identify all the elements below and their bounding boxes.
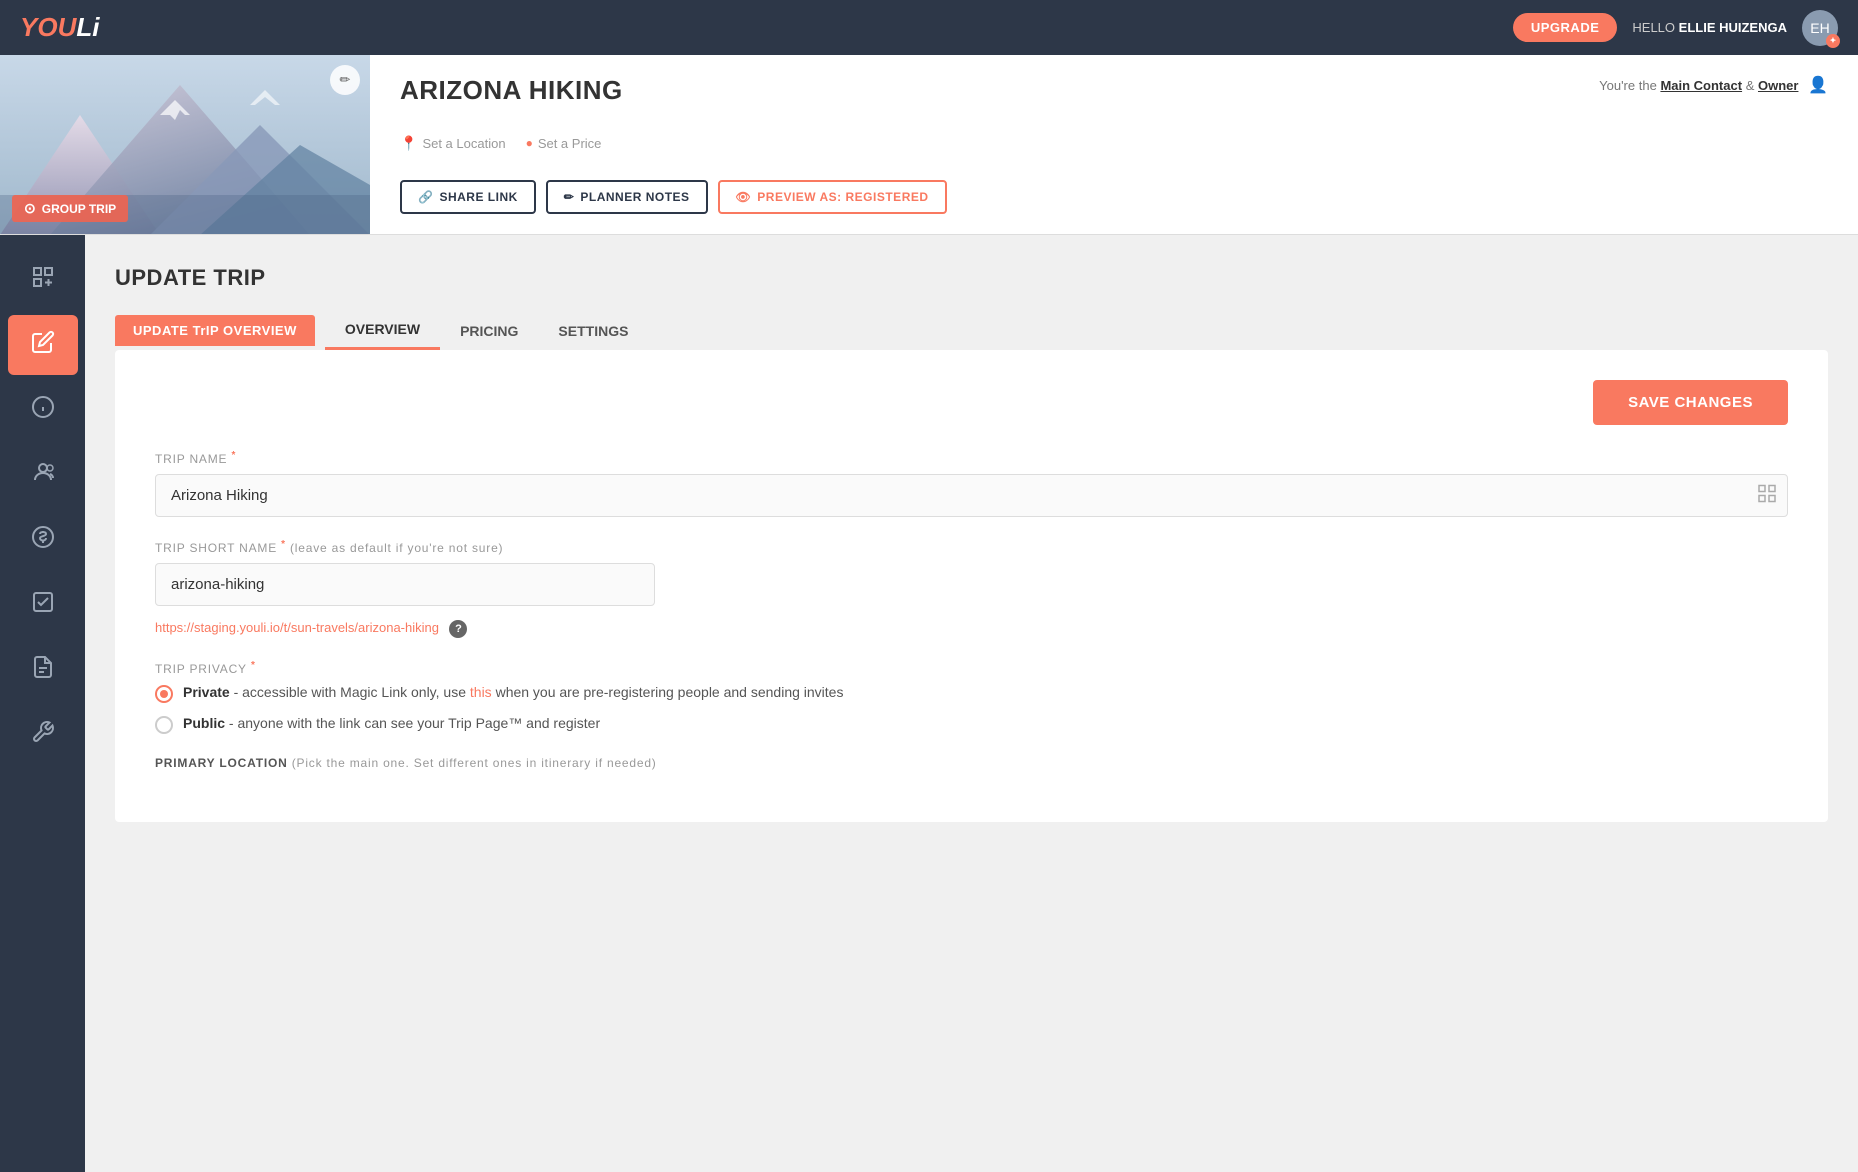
set-location-text[interactable]: Set a Location	[422, 136, 505, 151]
avatar-badge: ✦	[1826, 34, 1840, 48]
update-trip-tab-label[interactable]: UPDATE TrIP OVERVIEW	[115, 315, 315, 346]
help-icon[interactable]: ?	[449, 620, 467, 638]
trip-privacy-section: TRIP PRIVACY * Private - accessible with…	[155, 660, 1788, 734]
set-price-text[interactable]: Set a Price	[538, 136, 602, 151]
trip-banner-image[interactable]: ✏ ⊙ GROUP TRIP	[0, 55, 370, 234]
content-inner: UPDATE TRIP UPDATE TrIP OVERVIEW OVERVIE…	[85, 235, 1858, 822]
edit-photo-button[interactable]: ✏	[330, 65, 360, 95]
form-card: SAVE CHANGES TRIP NAME *	[115, 350, 1828, 822]
trip-actions: 🔗 SHARE LINK ✏ PLANNER NOTES 👁 PREVIEW A…	[400, 180, 1828, 214]
trip-short-name-input[interactable]	[155, 563, 655, 606]
sidebar-item-notes[interactable]	[8, 640, 78, 700]
tab-pricing[interactable]: PRICING	[440, 313, 538, 349]
radio-private[interactable]	[155, 685, 173, 703]
tabs-bar: UPDATE TrIP OVERVIEW OVERVIEW PRICING SE…	[115, 311, 1828, 350]
planner-notes-button[interactable]: ✏ PLANNER NOTES	[546, 180, 708, 214]
trip-price-meta: ● Set a Price	[526, 135, 602, 152]
trip-short-name-section: TRIP SHORT NAME * (leave as default if y…	[155, 539, 1788, 638]
trip-name-label: TRIP NAME *	[155, 450, 1788, 466]
avatar[interactable]: EH ✦	[1802, 10, 1838, 46]
sidebar-item-settings[interactable]	[8, 705, 78, 765]
privacy-private-option[interactable]: Private - accessible with Magic Link onl…	[155, 684, 1788, 703]
trip-title-row: ARIZONA HIKING You're the Main Contact &…	[400, 75, 1828, 106]
logo-cursive: Li	[76, 12, 99, 42]
pricing-icon	[31, 525, 55, 555]
sidebar-item-dashboard[interactable]	[8, 250, 78, 310]
top-navigation: YOULi UPGRADE HELLO ELLIE HUIZENGA EH ✦	[0, 0, 1858, 55]
trip-contact-info: You're the Main Contact & Owner 👤	[1599, 75, 1828, 95]
sidebar	[0, 235, 85, 1172]
location-icon: 📍	[400, 135, 417, 152]
notes-icon	[31, 655, 55, 685]
trip-name-section: TRIP NAME *	[155, 450, 1788, 517]
content-area: UPDATE TRIP UPDATE TrIP OVERVIEW OVERVIE…	[85, 235, 1858, 1172]
privacy-private-label: Private - accessible with Magic Link onl…	[183, 684, 843, 700]
user-name: ELLIE HUIZENGA	[1679, 20, 1787, 35]
share-icon: 🔗	[418, 190, 433, 204]
owner-link[interactable]: Owner	[1758, 78, 1798, 93]
tab-overview[interactable]: OVERVIEW	[325, 311, 440, 350]
dashboard-icon	[31, 265, 55, 295]
logo-text: YOU	[20, 12, 76, 42]
checklist-icon	[31, 590, 55, 620]
privacy-public-label: Public - anyone with the link can see yo…	[183, 715, 600, 731]
pencil-icon: ✏	[564, 190, 575, 204]
sidebar-item-info[interactable]	[8, 380, 78, 440]
share-link-button[interactable]: 🔗 SHARE LINK	[400, 180, 536, 214]
trip-location-meta: 📍 Set a Location	[400, 135, 506, 152]
trip-info-panel: ARIZONA HIKING You're the Main Contact &…	[370, 55, 1858, 234]
app-logo[interactable]: YOULi	[20, 12, 99, 43]
info-icon	[31, 395, 55, 425]
nav-right: UPGRADE HELLO ELLIE HUIZENGA EH ✦	[1513, 10, 1838, 46]
trip-name-input-wrapper	[155, 474, 1788, 517]
privacy-public-option[interactable]: Public - anyone with the link can see yo…	[155, 715, 1788, 734]
sidebar-item-edit[interactable]	[8, 315, 78, 375]
contacts-icon	[31, 460, 55, 490]
save-changes-button[interactable]: SAVE CHANGES	[1593, 380, 1788, 425]
primary-location-label: PRIMARY LOCATION (Pick the main one. Set…	[155, 756, 1788, 770]
tab-settings[interactable]: SETTINGS	[538, 313, 648, 349]
preview-icon: 👁	[736, 190, 752, 204]
sidebar-item-pricing[interactable]	[8, 510, 78, 570]
hello-text: HELLO ELLIE HUIZENGA	[1632, 20, 1787, 35]
main-contact-link[interactable]: Main Contact	[1660, 78, 1742, 93]
trip-url-link[interactable]: https://staging.youli.io/t/sun-travels/a…	[155, 620, 439, 635]
primary-location-section: PRIMARY LOCATION (Pick the main one. Set…	[155, 756, 1788, 770]
page-title: UPDATE TRIP	[115, 265, 1828, 291]
privacy-options: Private - accessible with Magic Link onl…	[155, 684, 1788, 734]
trip-url-row: https://staging.youli.io/t/sun-travels/a…	[155, 614, 1788, 638]
edit-icon	[31, 330, 55, 360]
trip-meta: 📍 Set a Location ● Set a Price	[400, 135, 1828, 152]
trip-title: ARIZONA HIKING	[400, 75, 623, 106]
group-trip-badge: ⊙ GROUP TRIP	[12, 195, 128, 222]
sidebar-item-checklist[interactable]	[8, 575, 78, 635]
upgrade-button[interactable]: UPGRADE	[1513, 13, 1618, 42]
save-changes-row: SAVE CHANGES	[155, 380, 1788, 425]
trip-header: ✏ ⊙ GROUP TRIP ARIZONA HIKING You're the…	[0, 55, 1858, 235]
grid-icon	[1758, 484, 1776, 507]
preview-button[interactable]: 👁 PREVIEW AS: REGISTERED	[718, 180, 947, 214]
this-link[interactable]: this	[470, 684, 492, 700]
trip-privacy-label: TRIP PRIVACY *	[155, 660, 1788, 676]
main-layout: UPDATE TRIP UPDATE TrIP OVERVIEW OVERVIE…	[0, 235, 1858, 1172]
trip-short-name-label: TRIP SHORT NAME * (leave as default if y…	[155, 539, 1788, 555]
sidebar-item-contacts[interactable]	[8, 445, 78, 505]
settings-icon	[31, 720, 55, 750]
trip-name-input[interactable]	[155, 474, 1788, 517]
radio-public[interactable]	[155, 716, 173, 734]
price-icon: ●	[526, 136, 533, 150]
